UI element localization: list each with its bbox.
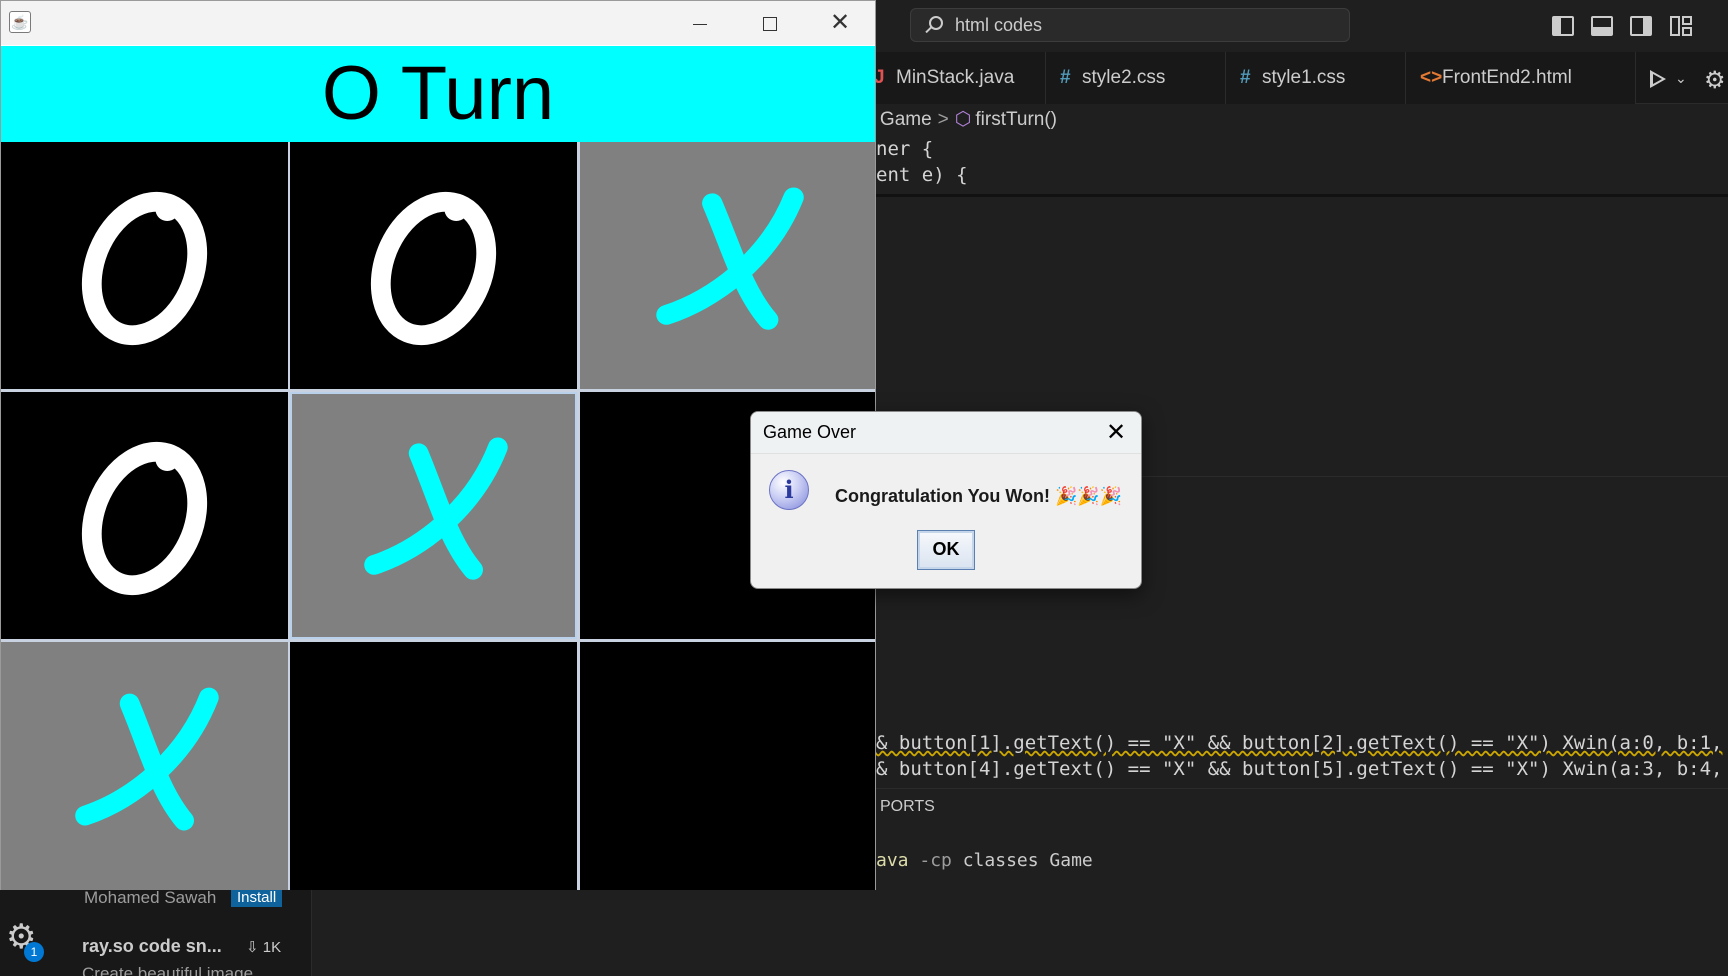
board-cell-8[interactable] [580,642,875,890]
extension-title[interactable]: ray.so code sn... [82,936,222,957]
ok-button[interactable]: OK [917,530,975,570]
install-button[interactable]: Install [231,888,283,907]
minimize-button[interactable] [665,1,735,45]
download-count: 1K [262,939,282,956]
minimize-icon [693,23,707,25]
customize-layout-icon[interactable] [1670,16,1692,36]
command-center-search[interactable]: html codes [910,8,1350,42]
editor-sticky-scroll-shadow [876,194,1728,197]
dialog-titlebar[interactable]: Game Over ✕ [751,412,1141,454]
game-board [1,142,875,890]
board-cell-0[interactable] [1,142,288,389]
terminal-line: ava -cp classes Game [876,850,1093,871]
tab-minstack-java[interactable]: J MinStack.java [860,52,1046,104]
close-icon: ✕ [829,9,851,36]
terminal-flag: -cp [919,850,952,871]
extension-downloads: ⇩ 1K [246,938,281,956]
java-icon: ☕ [9,11,31,33]
o-mark-icon [370,191,497,346]
info-icon: i [769,470,809,510]
panel-tab-ports[interactable]: PORTS [880,798,935,816]
run-options-chevron-icon[interactable]: ⌄ [1675,70,1687,87]
dialog-close-button[interactable]: ✕ [1099,416,1133,450]
toggle-primary-sidebar-icon[interactable] [1552,16,1574,36]
tab-style1-css[interactable]: # style1.css [1226,52,1406,104]
html-file-icon: <> [1420,67,1443,88]
desktop-screen: html codes J MinStack.java # style2.css # s… [0,0,1728,976]
method-icon: ⬡ [954,109,972,130]
board-cell-7[interactable] [290,642,577,890]
tab-frontend2-html[interactable]: <>FrontEnd2.html [1406,52,1636,104]
tab-label: style1.css [1262,67,1346,88]
turn-label: O Turn [1,46,875,142]
maximize-button[interactable] [735,1,805,45]
board-cell-2[interactable] [580,142,875,389]
dialog-message: Congratulation You Won! 🎉🎉🎉 [835,486,1123,506]
breadcrumb-method[interactable]: firstTurn() [975,109,1057,130]
close-button[interactable]: ✕ [805,1,875,45]
terminal-command: ava [876,850,909,871]
extension-description: Create beautiful image... [82,964,268,976]
tab-label: MinStack.java [896,67,1015,88]
close-icon: ✕ [1105,419,1127,446]
code-line: ner { [876,138,934,160]
tab-style2-css[interactable]: # style2.css [1046,52,1226,104]
o-mark-icon [81,441,208,596]
extension-author: Mohamed Sawah [84,888,217,907]
board-cell-4[interactable] [290,392,577,639]
code-line: & button[4].getText() == "X" && button[5… [876,758,1723,780]
x-mark-icon [75,687,219,831]
toggle-panel-icon[interactable] [1591,16,1613,36]
game-titlebar[interactable]: ☕ ✕ [1,1,875,45]
breadcrumb-separator: > [937,109,949,130]
code-line: & button[1].getText() == "X" && button[2… [876,732,1723,754]
search-text: html codes [955,15,1043,35]
cloud-download-icon: ⇩ [246,939,259,956]
o-mark-icon [81,191,208,346]
editor-tabs: J MinStack.java # style2.css # style1.css <… [860,52,1728,104]
search-icon [929,16,943,30]
board-cell-3[interactable] [1,392,288,639]
editor-gear-icon[interactable]: ⚙ [1704,66,1726,95]
x-mark-icon [656,187,804,330]
toggle-secondary-sidebar-icon[interactable] [1630,16,1652,36]
code-line: ent e) { [876,164,968,186]
x-mark-icon [364,437,508,580]
terminal-args: classes Game [962,850,1093,871]
game-window: ☕ ✕ O Turn [0,0,876,890]
css-file-icon: # [1240,67,1251,88]
settings-badge: 1 [24,942,44,962]
tab-label: FrontEnd2.html [1442,67,1572,88]
tab-label: style2.css [1082,67,1166,88]
board-cell-6[interactable] [1,642,288,890]
css-file-icon: # [1060,67,1071,88]
board-cell-1[interactable] [290,142,577,389]
breadcrumb-class[interactable]: Game [880,109,932,130]
game-over-dialog: Game Over ✕ i Congratulation You Won! 🎉🎉… [750,411,1142,589]
breadcrumb: ⇅Game>⬡firstTurn() [860,108,1057,136]
java-file-icon: J [874,67,885,88]
maximize-icon [763,17,777,32]
panel-divider [876,788,1728,789]
dialog-title: Game Over [763,422,857,442]
